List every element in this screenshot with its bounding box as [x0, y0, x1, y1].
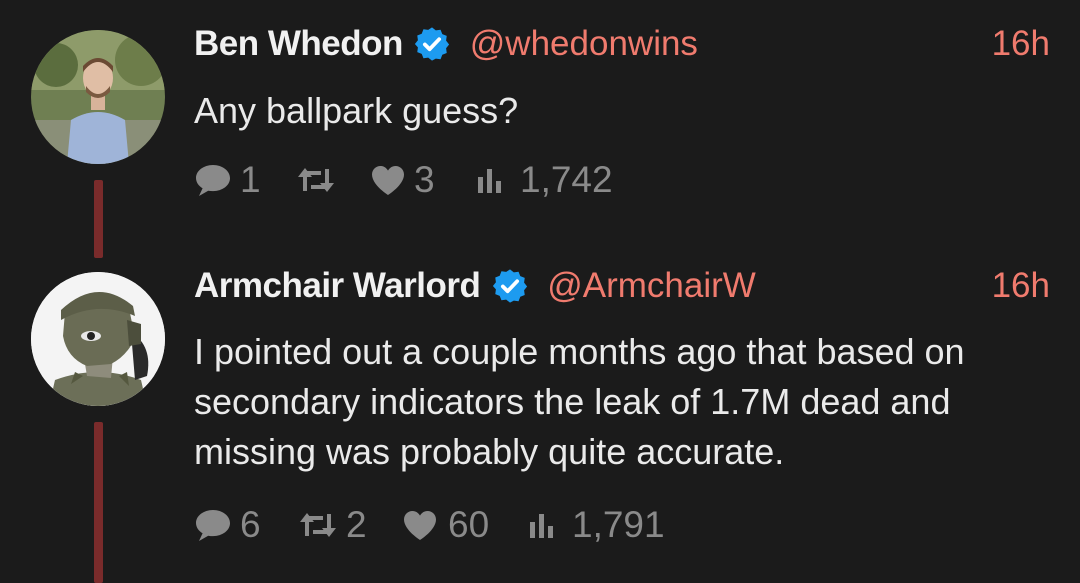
like-button[interactable]: 60 — [402, 503, 489, 547]
tweet-header: Armchair Warlord @ArmchairW 16h — [194, 266, 1050, 310]
avatar[interactable] — [31, 272, 165, 406]
author-name[interactable]: Armchair Warlord — [194, 266, 481, 305]
like-count: 60 — [448, 504, 490, 545]
views-button[interactable]: 1,791 — [528, 503, 665, 547]
tweet-2[interactable]: Armchair Warlord @ArmchairW 16h I pointe… — [0, 0, 1080, 583]
timestamp[interactable]: 16h — [992, 266, 1050, 306]
verified-badge-icon — [492, 269, 527, 303]
reply-button[interactable]: 6 — [194, 503, 261, 547]
reply-icon — [196, 510, 230, 541]
thread-line — [94, 422, 103, 583]
views-chart-icon — [530, 514, 553, 538]
author-handle[interactable]: @ArmchairW — [547, 266, 756, 305]
retweet-button[interactable]: 2 — [298, 503, 367, 547]
action-bar: 6 2 60 1,791 — [194, 503, 714, 547]
tweet-text: I pointed out a couple months ago that b… — [194, 331, 965, 472]
view-count: 1,791 — [572, 504, 665, 545]
retweet-icon — [300, 513, 336, 537]
reply-count: 6 — [240, 504, 261, 545]
heart-icon — [404, 511, 436, 540]
retweet-count: 2 — [346, 504, 367, 545]
